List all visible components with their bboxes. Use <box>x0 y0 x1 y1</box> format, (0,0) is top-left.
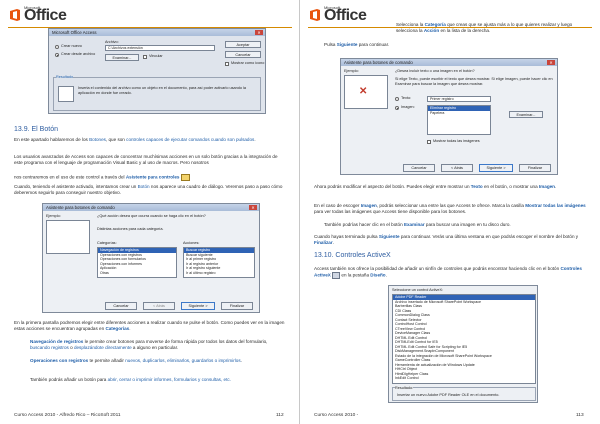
close-icon[interactable]: ✕ <box>547 60 555 65</box>
radio-create-new[interactable] <box>55 45 59 49</box>
right-page: Microsoft Office Selecciona la Categoría… <box>300 0 600 424</box>
categories-label: Categorías: <box>97 241 117 245</box>
activex-label: Seleccione un control ActiveX: <box>392 288 444 292</box>
radio-create-from-file[interactable] <box>55 53 59 57</box>
logo-office-text: Office <box>324 7 367 24</box>
category-item[interactable]: Otras <box>98 271 176 276</box>
images-list[interactable]: Eliminar registro Papelera <box>427 105 491 135</box>
wizard-back-button[interactable]: < Atrás <box>441 164 473 172</box>
result-text: Inserta el contenido del archivo como un… <box>78 86 247 95</box>
wizard-next-button[interactable]: Siguiente > <box>479 164 513 172</box>
show-all-images-label: Mostrar todas las imágenes <box>433 139 480 143</box>
browse-button[interactable]: Examinar... <box>509 111 543 118</box>
wizard-subtitle: Distintas acciones para cada categoría. <box>97 227 164 231</box>
cancel-button[interactable]: Cancelar <box>225 51 261 58</box>
ok-button[interactable]: Aceptar <box>225 41 261 48</box>
dialog-title: Microsoft Office Access <box>49 29 265 36</box>
page-number: 113 <box>576 413 584 418</box>
radio-image[interactable] <box>395 106 399 110</box>
office-logo: Microsoft Office <box>8 4 88 26</box>
show-icon-label: Mostrar como icono <box>231 61 265 65</box>
activex-list[interactable]: Adobe PDF Reader Archivo insertado de Mi… <box>392 294 536 384</box>
link-checkbox[interactable] <box>143 55 147 59</box>
file-label: Archivo: <box>105 40 119 44</box>
wizard-cancel-button[interactable]: Cancelar <box>403 164 435 172</box>
paragraph-first-screen: En la primera pantalla podremos elegir e… <box>14 320 285 332</box>
paragraph-finish: Cuando hayas terminado pulsa Siguiente p… <box>314 234 579 246</box>
wizard-back-button[interactable]: < Atrás <box>143 302 175 310</box>
page-number: 112 <box>276 413 284 418</box>
section-heading: 13.9. El Botón <box>14 126 58 133</box>
result-group: Resultado Inserta el contenido del archi… <box>53 75 261 111</box>
show-all-images-checkbox[interactable] <box>427 140 431 144</box>
footer-left: Curso Access 2010 - <box>314 413 359 418</box>
wizard-cancel-button[interactable]: Cancelar <box>105 302 137 310</box>
office-logo: Microsoft Office <box>308 4 388 26</box>
activex-tool-icon <box>332 272 341 280</box>
activex-item[interactable]: InkEdit Control <box>393 376 535 381</box>
paragraph-browse: También podrías hacer clic en el botón E… <box>324 222 511 227</box>
section-heading: 13.10. Controles ActiveX <box>314 252 391 259</box>
command-button-wizard-image: Asistente para botones de comando ✕ Ejem… <box>340 58 558 175</box>
sample-label: Ejemplo: <box>46 214 61 218</box>
link-label: Vincular <box>149 54 163 58</box>
paragraph-press-next: Pulsa Siguiente para continuar. <box>324 42 390 47</box>
radio-text-label: Texto: <box>401 96 412 100</box>
radio-create-new-label: Crear nuevo <box>61 44 82 48</box>
wizard-wand-icon <box>180 174 190 181</box>
radio-image-label: Imagen: <box>401 105 415 109</box>
paragraph-advanced-users: Los usuarios avanzados de Access son cap… <box>14 154 278 166</box>
action-item[interactable]: Ir al último registro <box>184 271 254 276</box>
wizard-finish-button[interactable]: Finalizar <box>221 302 253 310</box>
close-icon[interactable]: ✕ <box>255 30 263 35</box>
paragraph-wizard: nos centraremos en el uso de este contro… <box>14 174 284 181</box>
wizard-title: Asistente para botones de comando <box>341 59 557 66</box>
sample-preview: ✕ <box>344 75 388 109</box>
logo-office-text: Office <box>24 7 67 24</box>
result-icon-box <box>58 86 74 102</box>
paragraph-record-navigation: Navegación de registros le permite crear… <box>30 339 268 351</box>
wizard-finish-button[interactable]: Finalizar <box>519 164 551 172</box>
sample-preview <box>46 220 90 254</box>
radio-create-from-file-label: Crear desde archivo <box>61 52 96 56</box>
paragraph-image-choice: En el caso de escoger Imagen, podrás sel… <box>314 203 586 215</box>
delete-icon: ✕ <box>359 86 368 97</box>
wizard-next-button[interactable]: Siguiente > <box>181 302 215 310</box>
paragraph-reports: También podrás añadir un botón para abri… <box>30 377 231 382</box>
wizard-question: ¿Desea incluir texto o una imagen en el … <box>395 69 475 73</box>
sample-label: Ejemplo: <box>344 69 359 73</box>
left-page: Microsoft Office Microsoft Office Access… <box>0 0 300 424</box>
footer-left: Curso Access 2010 - Alfredo Rico – RicoS… <box>14 413 121 418</box>
actions-list[interactable]: Buscar registro Buscar siguiente Ir al p… <box>183 247 255 278</box>
browse-button[interactable]: Examinar... <box>105 54 139 61</box>
button-text-field[interactable]: Primer registro <box>427 96 491 102</box>
image-item[interactable]: Papelera <box>428 111 490 116</box>
paragraph-activex: Access también nos ofrece la posibilidad… <box>314 266 582 280</box>
file-path-field[interactable]: C:\Archivos extensión <box>105 45 215 51</box>
activex-dialog: Seleccione un control ActiveX: Adobe PDF… <box>388 285 538 403</box>
paragraph-button-dialog: Cuando, teniendo el asistente activado, … <box>14 184 283 196</box>
categories-list[interactable]: Navegación de registros Operaciones con … <box>97 247 177 278</box>
office-logo-icon <box>10 9 20 21</box>
paragraph-intro: En este apartado hablaremos de los Boton… <box>14 137 256 142</box>
show-icon-checkbox[interactable] <box>225 62 229 66</box>
activex-result-group: Resultado: Insertar un nuevo Adobe PDF R… <box>392 386 536 401</box>
wizard-hint: Si elige Texto, puede escribir el texto … <box>395 77 553 86</box>
result-label: Resultado <box>56 75 74 80</box>
close-icon[interactable]: ✕ <box>249 205 257 210</box>
paragraph-appearance: Ahora podrás modificar el aspecto del bo… <box>314 184 557 189</box>
activex-result-label: Resultado: <box>395 386 414 391</box>
activex-result-text: Insertar un nuevo Adobe PDF Reader OLE e… <box>397 393 500 397</box>
wizard-question: ¿Qué acción desea que ocurra cuando se h… <box>97 214 206 218</box>
wizard-title: Asistente para botones de comando <box>43 204 259 211</box>
office-logo-icon <box>310 9 320 21</box>
insert-object-dialog: Microsoft Office Access ✕ Crear nuevo Cr… <box>48 28 266 114</box>
radio-text[interactable] <box>395 97 399 101</box>
command-button-wizard: Asistente para botones de comando ✕ Ejem… <box>42 203 260 313</box>
paragraph-record-operations: Operaciones con registros te permite aña… <box>30 358 242 363</box>
actions-label: Acciones: <box>183 241 200 245</box>
paragraph-select-category: Selecciona la Categoría que creas que se… <box>396 22 573 34</box>
